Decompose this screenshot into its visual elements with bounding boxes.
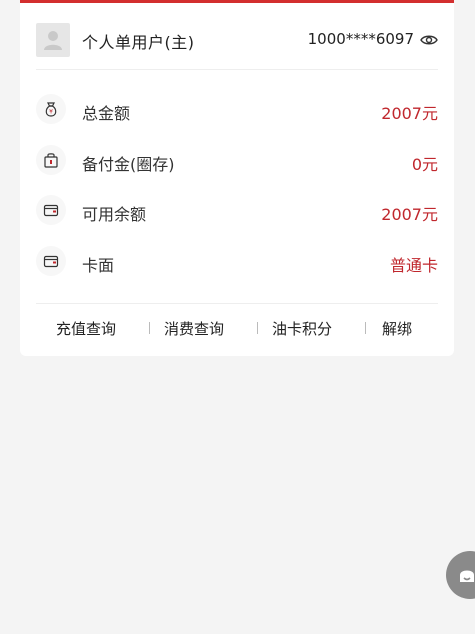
row-label: 卡面 [82,255,115,275]
list-item-total-amount: ¥ 总金额 2007元 [36,85,438,136]
row-value: 0元 [411,154,438,174]
account-card: 个人单用户(主) 1000****6097 ¥ 总金额 2007元 备付金(圈存… [20,0,454,356]
avatar [36,23,70,57]
lock-box-icon [36,144,66,175]
fuel-card-points-button[interactable]: 油卡积分 [272,318,332,339]
eye-icon[interactable] [420,31,438,49]
action-bar: 充值查询 消费查询 油卡积分 解绑 [36,303,438,350]
wallet-icon [36,245,66,276]
floating-home-button[interactable] [446,551,475,599]
account-header: 个人单用户(主) 1000****6097 [36,21,438,70]
row-value: 2007元 [381,104,438,123]
user-icon [44,31,62,50]
divider [365,322,366,334]
user-name: 个人单用户(主) [82,33,195,52]
row-value: 2007元 [381,205,438,224]
unbind-button[interactable]: 解绑 [382,318,412,339]
recharge-query-button[interactable]: 充值查询 [56,318,116,339]
divider [149,322,150,334]
list-item-reserve-fund: 备付金(圈存) 0元 [36,136,438,187]
home-icon [460,570,474,582]
row-label: 可用余额 [82,205,147,224]
row-label: 备付金(圈存) [82,154,175,174]
list-item-card-face: 卡面 普通卡 [36,237,438,288]
divider [257,322,258,334]
consumption-query-button[interactable]: 消费查询 [164,318,224,339]
money-bag-icon: ¥ [36,94,66,124]
balance-list: ¥ 总金额 2007元 备付金(圈存) 0元 可用余额 2007元 卡面 普通卡 [36,85,438,287]
svg-text:¥: ¥ [49,109,53,116]
wallet-icon [36,195,66,225]
row-value: 普通卡 [389,255,438,275]
list-item-available-balance: 可用余额 2007元 [36,186,438,237]
card-number: 1000****6097 [307,30,414,48]
row-label: 总金额 [82,104,131,123]
